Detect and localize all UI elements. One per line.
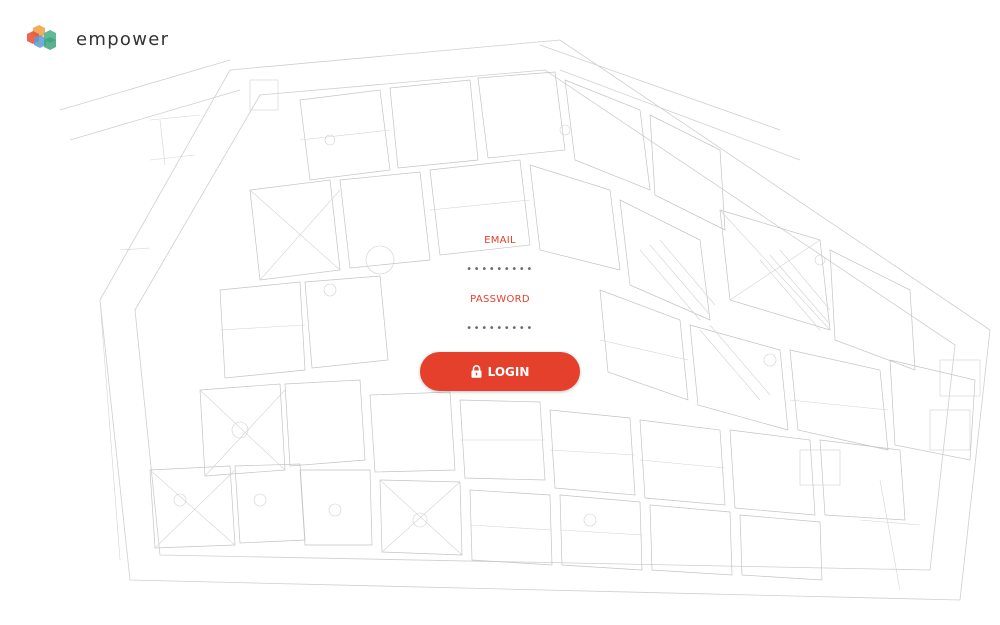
hexagon-cluster-logo-icon — [27, 25, 56, 50]
lock-icon — [471, 365, 482, 378]
login-button-label: LOGIN — [487, 364, 530, 379]
password-label: PASSWORD — [470, 294, 530, 305]
email-field[interactable] — [440, 260, 560, 278]
brand-logo[interactable]: empower — [26, 24, 169, 54]
password-field[interactable] — [440, 319, 560, 337]
brand-name: empower — [76, 28, 170, 50]
login-button[interactable]: LOGIN — [420, 352, 580, 391]
login-page: empower EMAIL PASSWORD LOGIN — [0, 0, 1000, 625]
email-label: EMAIL — [484, 235, 516, 246]
login-form: EMAIL PASSWORD — [400, 232, 600, 337]
